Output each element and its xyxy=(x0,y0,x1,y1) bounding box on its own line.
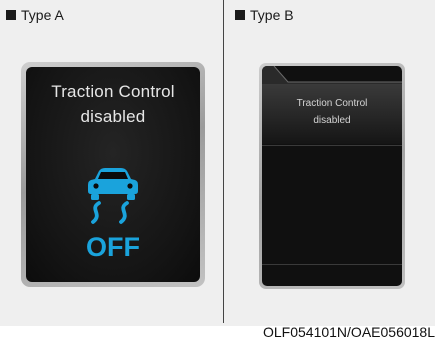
type-a-display: Traction Control disabled OFF xyxy=(26,67,200,282)
type-b-display: Traction Control disabled xyxy=(262,66,402,286)
type-b-label-text: Type B xyxy=(250,7,294,23)
type-b-header-notch xyxy=(262,66,402,84)
type-b-message-line2: disabled xyxy=(313,115,351,126)
type-a-label: Type A xyxy=(6,7,64,23)
type-b-label: Type B xyxy=(235,7,294,23)
type-a-label-text: Type A xyxy=(21,7,64,23)
off-text: OFF xyxy=(86,232,140,261)
type-b-message-band xyxy=(262,84,402,144)
type-divider xyxy=(223,0,224,323)
bullet-square-icon xyxy=(6,10,16,20)
reference-code: OLF054101N/OAE056018L xyxy=(262,324,435,340)
type-b-message-line1: Traction Control xyxy=(296,98,368,109)
traction-control-off-icon: OFF xyxy=(86,168,140,261)
type-b-divider-bottom xyxy=(262,264,402,265)
bullet-square-icon xyxy=(235,10,245,20)
type-b-divider-top xyxy=(262,145,402,146)
type-a-message-line2: disabled xyxy=(80,107,146,126)
type-a-message-line1: Traction Control xyxy=(51,82,175,101)
